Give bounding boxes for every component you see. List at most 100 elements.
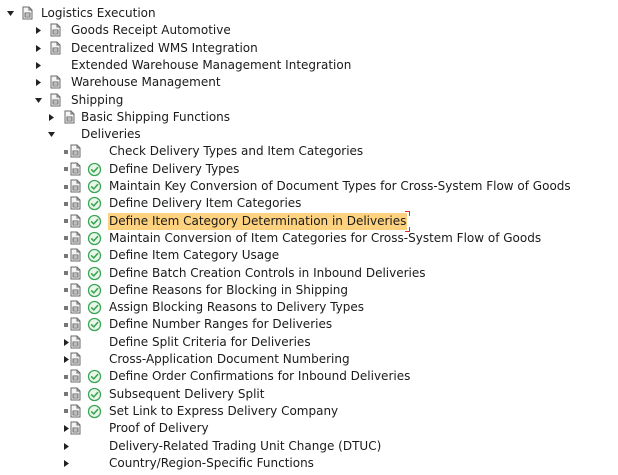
triangle-down-icon[interactable] bbox=[46, 126, 56, 143]
tree-node-label[interactable]: Shipping bbox=[70, 92, 124, 109]
document-icon[interactable] bbox=[68, 248, 82, 263]
triangle-right-icon[interactable] bbox=[61, 438, 71, 455]
document-icon[interactable] bbox=[68, 266, 82, 281]
tree-node[interactable]: Warehouse Management bbox=[0, 74, 618, 91]
document-icon[interactable] bbox=[48, 93, 62, 108]
execute-activity-icon[interactable] bbox=[87, 248, 102, 263]
tree-node[interactable]: Cross-Application Document Numbering bbox=[0, 351, 618, 368]
document-icon[interactable] bbox=[68, 404, 82, 419]
tree-node-label[interactable]: Logistics Execution bbox=[40, 5, 157, 22]
tree-node-label[interactable]: Set Link to Express Delivery Company bbox=[108, 403, 339, 420]
tree-node[interactable]: Decentralized WMS Integration bbox=[0, 40, 618, 57]
tree-node-label[interactable]: Define Batch Creation Controls in Inboun… bbox=[108, 265, 427, 282]
document-icon[interactable] bbox=[68, 214, 82, 229]
document-icon[interactable] bbox=[68, 162, 82, 177]
tree-node-label[interactable]: Warehouse Management bbox=[70, 74, 222, 91]
execute-activity-icon[interactable] bbox=[87, 179, 102, 194]
tree-node[interactable]: Shipping bbox=[0, 92, 618, 109]
tree-node-label[interactable]: Cross-Application Document Numbering bbox=[108, 351, 351, 368]
tree-node-label[interactable]: Country/Region-Specific Functions bbox=[108, 455, 315, 472]
tree-node-label[interactable]: Maintain Key Conversion of Document Type… bbox=[108, 178, 572, 195]
document-icon[interactable] bbox=[68, 300, 82, 315]
document-icon[interactable] bbox=[68, 196, 82, 211]
tree-node[interactable]: Subsequent Delivery Split bbox=[0, 386, 618, 403]
tree-node[interactable]: Country/Region-Specific Functions bbox=[0, 455, 618, 472]
triangle-right-icon[interactable] bbox=[46, 109, 56, 126]
document-icon[interactable] bbox=[68, 283, 82, 298]
tree-node-label[interactable]: Define Item Category Usage bbox=[108, 247, 280, 264]
triangle-right-icon[interactable] bbox=[33, 57, 43, 74]
tree-node[interactable]: Basic Shipping Functions bbox=[0, 109, 618, 126]
tree-node[interactable]: Goods Receipt Automotive bbox=[0, 22, 618, 39]
tree-node-label[interactable]: Maintain Conversion of Item Categories f… bbox=[108, 230, 542, 247]
tree-node-label[interactable]: Assign Blocking Reasons to Delivery Type… bbox=[108, 299, 365, 316]
document-icon[interactable] bbox=[68, 231, 82, 246]
tree-node[interactable]: Maintain Conversion of Item Categories f… bbox=[0, 230, 618, 247]
tree-node[interactable]: Assign Blocking Reasons to Delivery Type… bbox=[0, 299, 618, 316]
triangle-right-icon[interactable] bbox=[61, 455, 71, 472]
tree-node-label[interactable]: Goods Receipt Automotive bbox=[70, 22, 232, 39]
document-icon[interactable] bbox=[68, 421, 82, 436]
execute-activity-icon[interactable] bbox=[87, 317, 102, 332]
tree-node-label[interactable]: Define Number Ranges for Deliveries bbox=[108, 316, 333, 333]
tree-node-label[interactable]: Extended Warehouse Management Integratio… bbox=[70, 57, 352, 74]
document-icon[interactable] bbox=[48, 23, 62, 38]
tree-node-label[interactable]: Deliveries bbox=[80, 126, 142, 143]
document-icon[interactable] bbox=[68, 317, 82, 332]
tree-node[interactable]: Check Delivery Types and Item Categories bbox=[0, 143, 618, 160]
execute-activity-icon[interactable] bbox=[87, 300, 102, 315]
document-icon[interactable] bbox=[68, 369, 82, 384]
execute-activity-icon[interactable] bbox=[87, 196, 102, 211]
tree-node[interactable]: Extended Warehouse Management Integratio… bbox=[0, 57, 618, 74]
tree-node-label[interactable]: Define Split Criteria for Deliveries bbox=[108, 334, 312, 351]
triangle-down-icon[interactable] bbox=[33, 92, 43, 109]
tree-node[interactable]: Define Reasons for Blocking in Shipping bbox=[0, 282, 618, 299]
tree-node-label[interactable]: Check Delivery Types and Item Categories bbox=[108, 143, 364, 160]
tree-node[interactable]: Define Delivery Types bbox=[0, 161, 618, 178]
triangle-right-icon[interactable] bbox=[33, 40, 43, 57]
document-icon[interactable] bbox=[48, 41, 62, 56]
execute-activity-icon[interactable] bbox=[87, 231, 102, 246]
tree-node[interactable]: Delivery-Related Trading Unit Change (DT… bbox=[0, 438, 618, 455]
execute-activity-icon[interactable] bbox=[87, 404, 102, 419]
tree-node[interactable]: Define Item Category Usage bbox=[0, 247, 618, 264]
tree-node[interactable]: Define Number Ranges for Deliveries bbox=[0, 316, 618, 333]
document-icon[interactable] bbox=[68, 144, 82, 159]
tree-node-label[interactable]: Proof of Delivery bbox=[108, 420, 210, 437]
tree-node[interactable]: Maintain Key Conversion of Document Type… bbox=[0, 178, 618, 195]
document-icon[interactable] bbox=[68, 179, 82, 194]
triangle-right-icon[interactable] bbox=[33, 74, 43, 91]
tree-node-label[interactable]: Define Delivery Types bbox=[108, 161, 240, 178]
execute-activity-icon[interactable] bbox=[87, 162, 102, 177]
tree-node-label[interactable]: Decentralized WMS Integration bbox=[70, 40, 259, 57]
execute-activity-icon[interactable] bbox=[87, 369, 102, 384]
tree-node[interactable]: Set Link to Express Delivery Company bbox=[0, 403, 618, 420]
document-icon[interactable] bbox=[68, 335, 82, 350]
document-icon[interactable] bbox=[68, 352, 82, 367]
document-icon[interactable] bbox=[48, 75, 62, 90]
triangle-right-icon[interactable] bbox=[33, 22, 43, 39]
document-icon[interactable] bbox=[68, 387, 82, 402]
document-icon[interactable] bbox=[62, 110, 76, 125]
tree-node-label[interactable]: Define Item Category Determination in De… bbox=[108, 210, 411, 232]
document-icon[interactable] bbox=[20, 6, 34, 21]
tree-node-label[interactable]: Delivery-Related Trading Unit Change (DT… bbox=[108, 438, 382, 455]
tree-node-label[interactable]: Define Reasons for Blocking in Shipping bbox=[108, 282, 349, 299]
execute-activity-icon[interactable] bbox=[87, 283, 102, 298]
tree-node[interactable]: Define Item Category Determination in De… bbox=[0, 210, 618, 232]
tree-node[interactable]: Define Batch Creation Controls in Inboun… bbox=[0, 265, 618, 282]
tree-node-label[interactable]: Define Delivery Item Categories bbox=[108, 195, 302, 212]
triangle-down-icon[interactable] bbox=[5, 5, 15, 22]
tree-node-label[interactable]: Subsequent Delivery Split bbox=[108, 386, 265, 403]
tree-node-label[interactable]: Define Order Confirmations for Inbound D… bbox=[108, 368, 411, 385]
tree-node[interactable]: Proof of Delivery bbox=[0, 420, 618, 437]
execute-activity-icon[interactable] bbox=[87, 387, 102, 402]
tree-node[interactable]: Deliveries bbox=[0, 126, 618, 143]
tree-node[interactable]: Define Delivery Item Categories bbox=[0, 195, 618, 212]
execute-activity-icon[interactable] bbox=[87, 266, 102, 281]
tree-node[interactable]: Define Order Confirmations for Inbound D… bbox=[0, 368, 618, 385]
execute-activity-icon[interactable] bbox=[87, 214, 102, 229]
tree-node[interactable]: Define Split Criteria for Deliveries bbox=[0, 334, 618, 351]
tree-node[interactable]: Logistics Execution bbox=[0, 5, 618, 22]
tree-node-label[interactable]: Basic Shipping Functions bbox=[80, 109, 231, 126]
